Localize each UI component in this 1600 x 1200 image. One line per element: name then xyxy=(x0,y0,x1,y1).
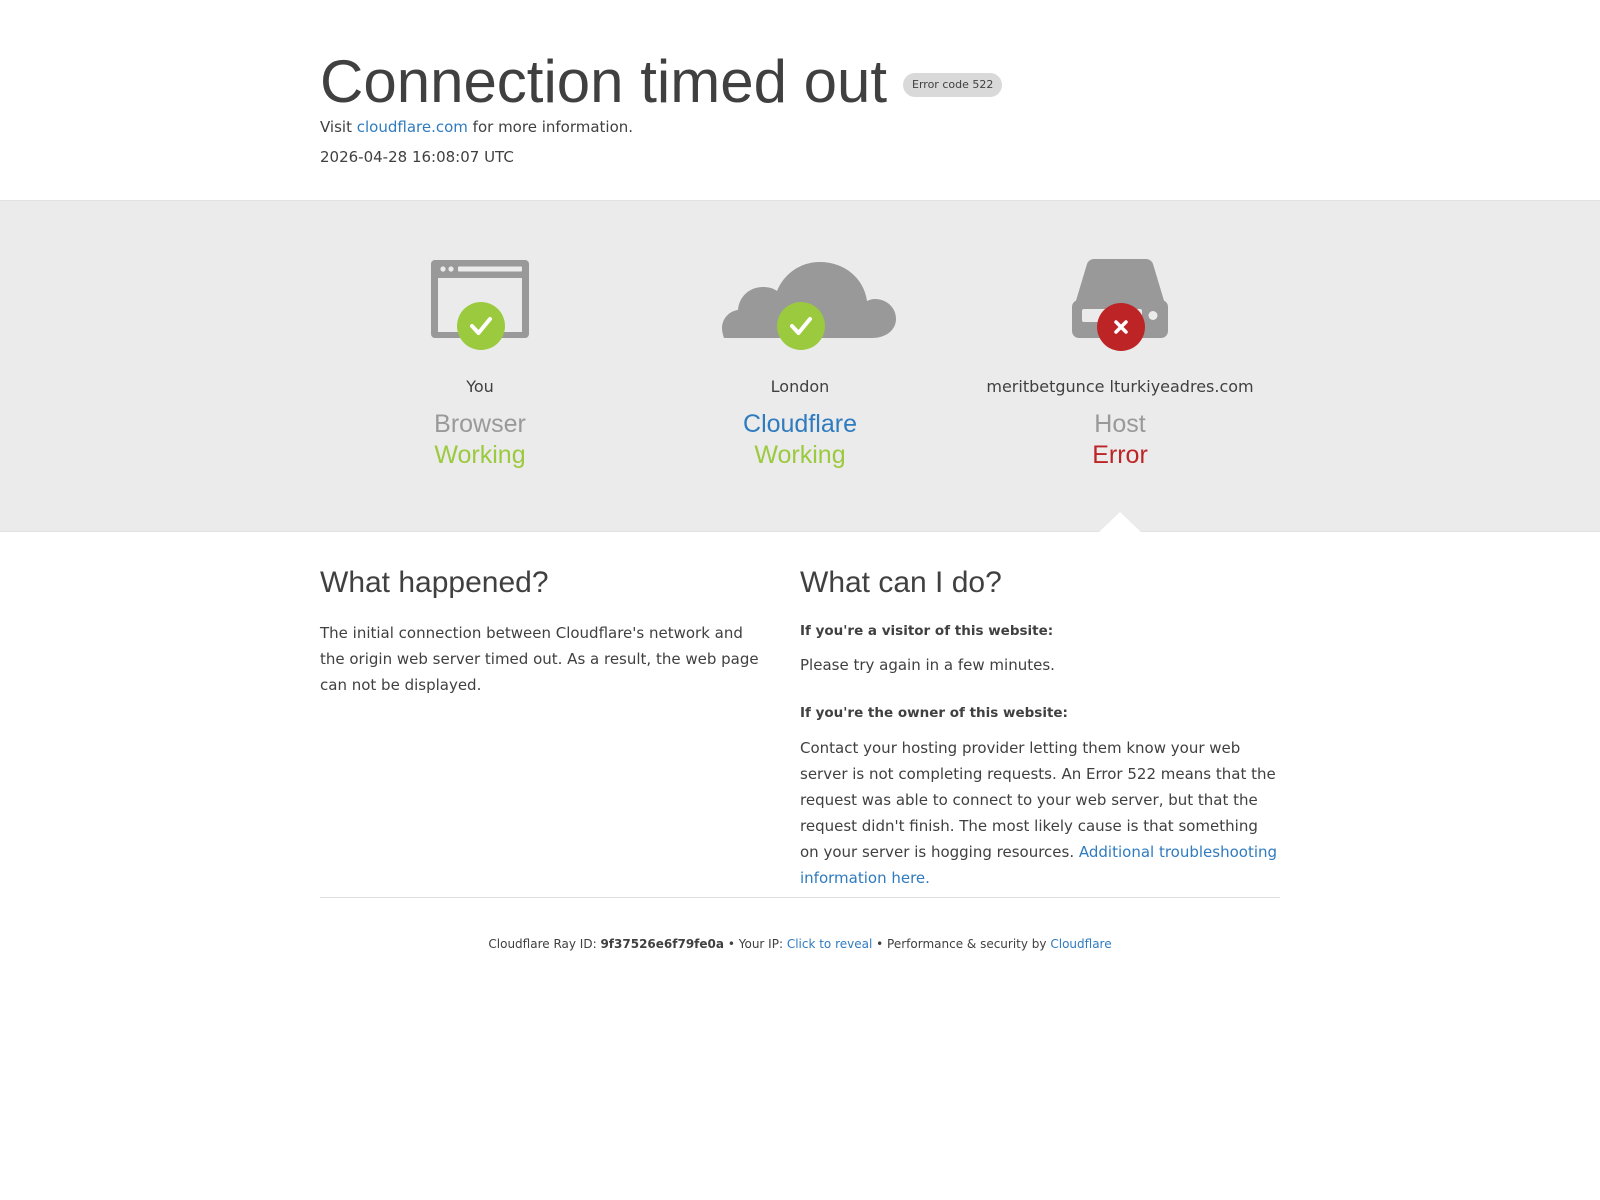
footer-separator: • xyxy=(727,937,735,951)
status-band xyxy=(0,200,1600,532)
host-location: meritbetgunce lturkiyeadres.com xyxy=(986,377,1254,396)
page-title: Connection timed out xyxy=(320,48,888,115)
cloudflare-footer-link[interactable]: Cloudflare xyxy=(1050,937,1111,951)
owner-body-paragraph: Contact your hosting provider letting th… xyxy=(800,735,1280,891)
performance-label: Performance & security by xyxy=(887,937,1047,951)
footer-separator: • xyxy=(876,937,884,951)
error-code-badge: Error code 522 xyxy=(903,73,1003,97)
browser-icon xyxy=(320,256,640,356)
visit-prefix: Visit xyxy=(320,118,352,136)
visitor-heading: If you're a visitor of this website: xyxy=(800,623,1054,639)
title-row: Connection timed out Error code 522 xyxy=(320,42,1003,122)
x-icon xyxy=(1097,303,1145,351)
visitor-body: Please try again in a few minutes. xyxy=(800,656,1055,674)
cloudflare-role-link[interactable]: Cloudflare xyxy=(640,410,960,439)
cloudflare-location: London xyxy=(770,377,830,396)
check-icon xyxy=(457,302,505,350)
cloudflare-link[interactable]: cloudflare.com xyxy=(357,118,468,136)
ray-label: Cloudflare Ray ID: xyxy=(488,937,597,951)
footer-divider xyxy=(320,897,1280,898)
browser-role: Browser xyxy=(434,410,526,438)
browser-location: You xyxy=(466,377,494,396)
cloudflare-status: Working xyxy=(754,441,846,469)
ip-label: Your IP: xyxy=(738,937,783,951)
cloud-icon xyxy=(640,256,960,356)
what-happened-body: The initial connection between Cloudflar… xyxy=(320,624,759,694)
browser-status: Working xyxy=(434,441,526,469)
footer: Cloudflare Ray ID: 9f37526e6f79fe0a • Yo… xyxy=(320,937,1280,951)
owner-heading: If you're the owner of this website: xyxy=(800,705,1068,721)
what-happened-heading: What happened? xyxy=(320,566,549,599)
visit-suffix: for more information. xyxy=(472,118,634,136)
server-icon xyxy=(960,256,1280,356)
host-role: Host xyxy=(1094,410,1146,438)
timestamp: 2026-04-28 16:08:07 UTC xyxy=(320,148,514,166)
visit-line: Visit cloudflare.com for more informatio… xyxy=(320,118,633,136)
status-pointer xyxy=(1098,512,1142,533)
check-icon xyxy=(777,302,825,350)
host-status: Error xyxy=(1092,441,1148,469)
reveal-ip-button[interactable]: Click to reveal xyxy=(787,937,873,951)
ray-id: 9f37526e6f79fe0a xyxy=(600,937,724,951)
what-can-i-do-heading: What can I do? xyxy=(800,566,1002,599)
page-header: Connection timed out Error code 522 Visi… xyxy=(0,0,1600,200)
